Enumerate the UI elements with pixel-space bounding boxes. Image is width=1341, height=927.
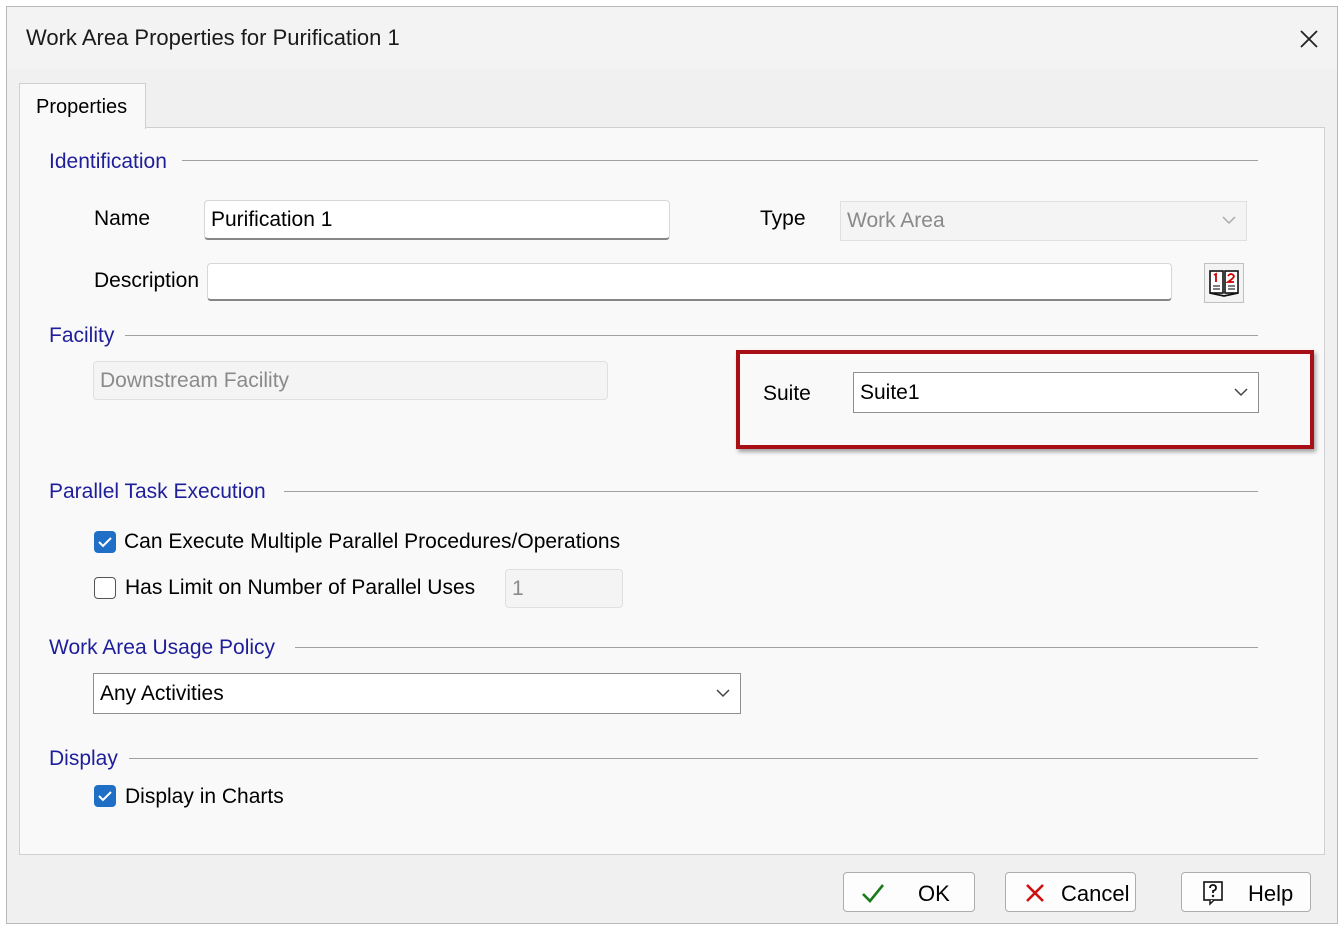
close-button[interactable] <box>1287 17 1331 61</box>
facility-field: Downstream Facility <box>93 361 608 400</box>
cancel-x-icon <box>1026 884 1044 902</box>
usage-policy-select[interactable]: Any Activities <box>93 673 741 714</box>
ok-button-label: OK <box>918 881 950 906</box>
multi-parallel-label[interactable]: Can Execute Multiple Parallel Procedures… <box>124 530 620 554</box>
identification-divider <box>182 160 1258 161</box>
cancel-button[interactable]: Cancel <box>1005 872 1136 912</box>
tab-properties[interactable]: Properties <box>19 83 146 129</box>
window-title: Work Area Properties for Purification 1 <box>26 25 400 50</box>
identification-group-title: Identification <box>49 150 167 173</box>
close-icon <box>1300 30 1318 48</box>
help-icon <box>1203 881 1223 906</box>
help-button[interactable]: Help <box>1181 872 1311 912</box>
parallel-group-title: Parallel Task Execution <box>49 480 266 503</box>
display-charts-label[interactable]: Display in Charts <box>125 785 284 809</box>
checkmark-icon <box>98 791 112 802</box>
parallel-limit-checkbox[interactable] <box>94 577 116 599</box>
title-bar: Work Area Properties for Purification 1 <box>7 7 1337 69</box>
facility-field-value: Downstream Facility <box>100 368 290 392</box>
facility-group-title: Facility <box>49 324 115 347</box>
facility-divider <box>125 335 1258 336</box>
type-select-value: Work Area <box>847 209 945 232</box>
chevron-down-icon <box>1222 216 1236 225</box>
description-input[interactable] <box>207 263 1172 301</box>
checkmark-icon <box>98 537 112 548</box>
parallel-limit-value: 1 <box>512 576 524 600</box>
help-button-label: Help <box>1248 881 1294 906</box>
book-icon <box>1209 270 1239 297</box>
display-group-title: Display <box>49 747 118 770</box>
description-editor-button[interactable] <box>1204 263 1244 303</box>
display-divider <box>129 758 1258 759</box>
highlight-annotation <box>736 350 1314 449</box>
display-charts-checkbox[interactable] <box>94 785 116 807</box>
tab-properties-label: Properties <box>36 96 128 118</box>
name-label: Name <box>94 207 151 230</box>
multi-parallel-checkbox[interactable] <box>94 531 116 553</box>
usage-policy-divider <box>295 647 1258 648</box>
description-label: Description <box>94 269 200 292</box>
parallel-limit-input: 1 <box>505 569 623 608</box>
type-label: Type <box>760 207 806 230</box>
chevron-down-icon <box>716 688 730 697</box>
cancel-button-label: Cancel <box>1061 881 1130 906</box>
usage-policy-value: Any Activities <box>100 681 224 705</box>
checkmark-icon <box>862 884 885 903</box>
ok-button[interactable]: OK <box>843 872 975 912</box>
name-input-value: Purification 1 <box>211 207 333 231</box>
name-input[interactable]: Purification 1 <box>204 200 670 240</box>
type-select: Work Area <box>840 201 1247 241</box>
parallel-divider <box>284 491 1258 492</box>
usage-policy-group-title: Work Area Usage Policy <box>49 636 276 659</box>
parallel-limit-label[interactable]: Has Limit on Number of Parallel Uses <box>125 576 475 600</box>
